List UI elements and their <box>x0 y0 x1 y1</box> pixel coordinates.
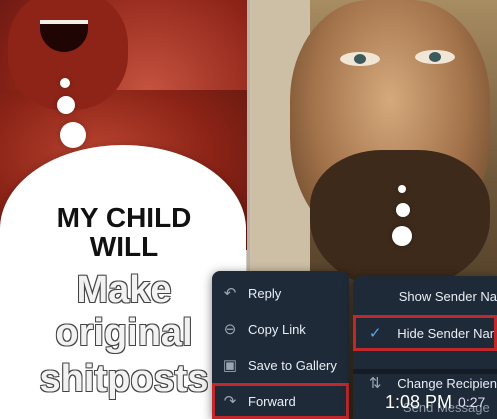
menu-item-label: Forward <box>248 393 296 409</box>
meme-left-panel: MY CHILD WILL Make original shitposts <box>0 0 248 419</box>
option-label: Hide Sender Nan <box>397 325 497 341</box>
meme-caption-line-3: Make <box>76 269 172 311</box>
gallery-icon: ▣ <box>222 357 238 374</box>
menu-item-reply[interactable]: ↶ Reply <box>212 275 349 311</box>
thought-dot <box>396 203 410 217</box>
video-status-overlay: 1:08 PM 0:27 <box>385 385 497 419</box>
timestamp: 1:08 PM <box>385 391 453 412</box>
menu-item-save-to-gallery[interactable]: ▣ Save to Gallery <box>212 347 349 383</box>
portrait-eye <box>415 50 455 64</box>
thought-dot <box>398 185 406 193</box>
forward-icon: ↷ <box>223 393 237 410</box>
meme-caption-line-4: original <box>55 312 193 354</box>
meme-caption-line-1: MY CHILD <box>56 202 192 233</box>
message-context-menu: ↶ Reply ⊖ Copy Link ▣ Save to Gallery ↷ … <box>212 271 349 419</box>
menu-item-forward[interactable]: ↷ Forward <box>212 383 349 419</box>
thought-dot <box>57 96 75 114</box>
thought-dot <box>60 78 70 88</box>
link-icon: ⊖ <box>223 321 237 338</box>
menu-item-label: Save to Gallery <box>248 357 337 373</box>
portrait-eye <box>340 52 380 66</box>
reply-icon: ↶ <box>223 285 237 302</box>
meme-caption-line-5: shitposts <box>39 358 209 400</box>
thought-dot <box>392 226 412 246</box>
demon-head <box>8 0 128 110</box>
option-show-sender-name[interactable]: Show Sender Na <box>353 278 497 314</box>
meme-caption-line-2: WILL <box>89 231 159 262</box>
thought-dot <box>60 122 86 148</box>
menu-item-label: Copy Link <box>248 321 306 337</box>
checkmark-icon: ✓ <box>368 325 382 342</box>
menu-item-copy-link[interactable]: ⊖ Copy Link <box>212 311 349 347</box>
option-hide-sender-name[interactable]: ✓ Hide Sender Nan <box>353 315 497 351</box>
option-label: Show Sender Na <box>398 288 497 304</box>
demon-mouth <box>40 20 88 52</box>
menu-item-label: Reply <box>248 285 282 301</box>
portrait-beard <box>310 150 490 290</box>
duration: 0:27 <box>458 394 486 410</box>
